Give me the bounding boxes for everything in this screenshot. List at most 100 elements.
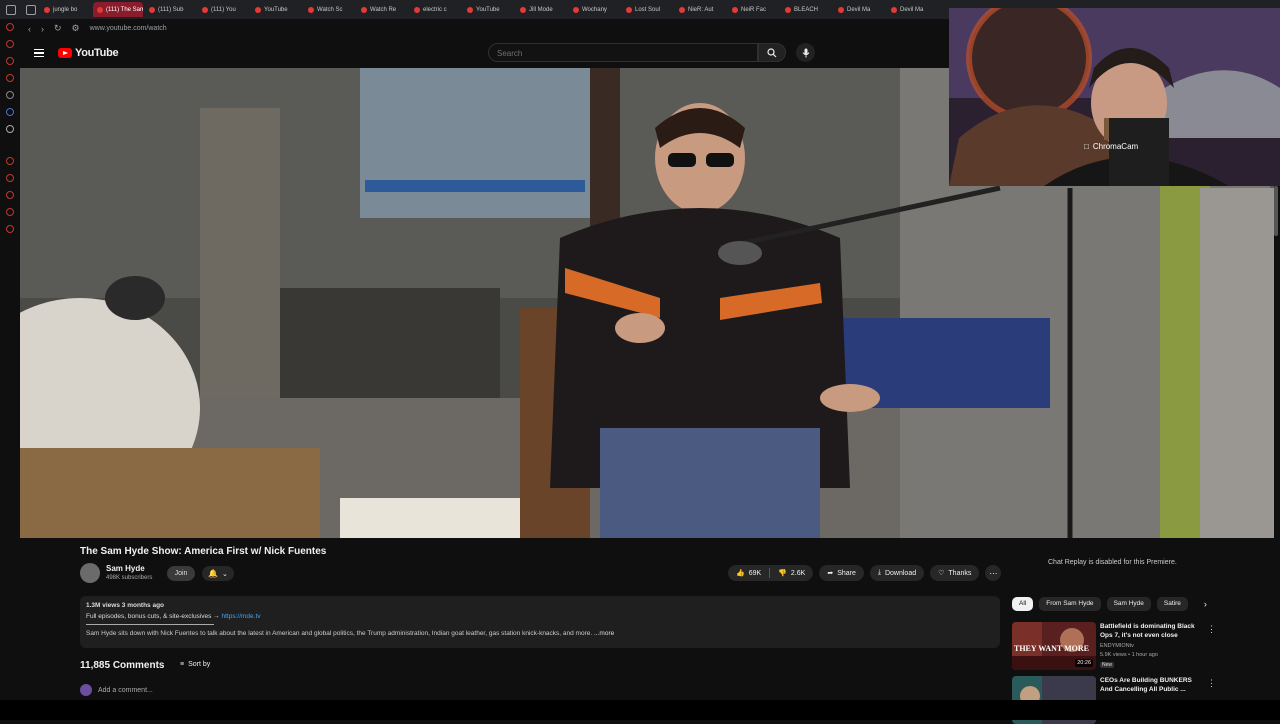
youtube-logo[interactable]: YouTube: [58, 47, 119, 59]
browser-tab[interactable]: YouTube: [251, 2, 302, 17]
hamburger-menu-icon[interactable]: [34, 49, 44, 57]
sort-icon: ≡: [180, 661, 185, 668]
description-text: Sam Hyde sits down with Nick Fuentes to …: [86, 630, 593, 637]
tab-favicon-icon: [308, 6, 314, 13]
recommended-channel[interactable]: ENDYMIONtv: [1100, 643, 1134, 649]
show-more-link[interactable]: ...more: [594, 630, 614, 637]
tab-label: (111) You: [211, 6, 236, 13]
like-count: 69K: [748, 569, 762, 577]
x-icon[interactable]: [6, 125, 14, 133]
like-button[interactable]: 👍 69K: [728, 565, 769, 581]
add-comment-row[interactable]: Add a comment...: [80, 684, 153, 696]
browser-tab[interactable]: (111) The Sam: [93, 2, 143, 17]
divider: [86, 624, 214, 625]
download-label: Download: [884, 569, 917, 577]
dislike-count: 2.6K: [790, 569, 806, 577]
tab-favicon-icon: [785, 6, 791, 13]
browser-tab[interactable]: Watch Sc: [304, 2, 355, 17]
chevron-right-icon[interactable]: ›: [1204, 599, 1207, 609]
browser-tab[interactable]: NeiR Fac: [728, 2, 779, 17]
browser-tab[interactable]: Watch Re: [357, 2, 408, 17]
browser-tab[interactable]: jungle bo: [40, 2, 91, 17]
tab-favicon-icon: [97, 6, 103, 13]
extension-icon[interactable]: [6, 208, 14, 216]
page-scrollbar[interactable]: [1274, 186, 1278, 236]
browser-tab[interactable]: Jill Mode: [516, 2, 567, 17]
chip-sam-hyde[interactable]: Sam Hyde: [1106, 597, 1151, 611]
extension-icon[interactable]: [6, 157, 14, 165]
description-link[interactable]: https://mde.tv: [221, 613, 260, 620]
browser-tab[interactable]: Lost Soul: [622, 2, 673, 17]
description-body: Sam Hyde sits down with Nick Fuentes to …: [86, 630, 994, 637]
site-info-icon[interactable]: ⚙: [72, 23, 80, 34]
channel-name[interactable]: Sam Hyde: [106, 564, 145, 573]
extension-icon[interactable]: [6, 225, 14, 233]
share-icon: ➦: [827, 570, 834, 577]
tab-label: jungle bo: [53, 6, 78, 13]
tab-label: electric c: [423, 6, 447, 13]
extension-icon[interactable]: [6, 40, 14, 48]
notification-bell-button[interactable]: 🔔 ⌄: [202, 566, 234, 581]
extension-icon[interactable]: [6, 174, 14, 182]
thanks-button[interactable]: ♡ Thanks: [930, 565, 980, 581]
chromacam-text: ChromaCam: [1092, 142, 1139, 151]
browser-tab[interactable]: (111) Sub: [145, 2, 196, 17]
search-input[interactable]: Search: [488, 43, 758, 62]
bell-icon: 🔔: [208, 569, 219, 578]
browser-tab[interactable]: Devil Ma: [887, 2, 938, 17]
sort-comments-button[interactable]: ≡ Sort by: [180, 661, 210, 668]
youtube-play-icon: [58, 48, 72, 58]
browser-tab[interactable]: Devil Ma: [834, 2, 885, 17]
tab-favicon-icon: [626, 6, 632, 13]
extension-icon[interactable]: [6, 23, 14, 31]
tab-search-icon[interactable]: [26, 4, 36, 15]
extension-icon[interactable]: [6, 91, 14, 99]
browser-tab[interactable]: NieR: Aut: [675, 2, 726, 17]
browser-tab[interactable]: Wochany: [569, 2, 620, 17]
chip-all[interactable]: All: [1012, 597, 1034, 611]
recommended-video[interactable]: THEY WANT MORE 20:26 Battlefield is domi…: [1012, 622, 1216, 670]
dislike-button[interactable]: 👎 2.6K: [770, 565, 813, 581]
extension-icon[interactable]: [6, 74, 14, 82]
address-bar: ‹ › ↻ ⚙ www.youtube.com/watch: [20, 19, 950, 38]
tab-favicon-icon: [414, 6, 420, 13]
browser-tab[interactable]: YouTube: [463, 2, 514, 17]
user-avatar: [80, 684, 92, 696]
tab-label: NeiR Fac: [741, 6, 767, 13]
tab-label: NieR: Aut: [688, 6, 714, 13]
more-options-icon[interactable]: ⋮: [1207, 678, 1216, 689]
download-button[interactable]: ⤓ Download: [869, 565, 925, 581]
microphone-icon: [802, 48, 809, 57]
forward-icon[interactable]: ›: [41, 24, 44, 34]
extension-icon[interactable]: [6, 57, 14, 65]
browser-tab[interactable]: BLEACH: [781, 2, 832, 17]
more-actions-button[interactable]: ⋯: [985, 565, 1002, 581]
chip-from-sam-hyde[interactable]: From Sam Hyde: [1039, 597, 1101, 611]
tab-label: YouTube: [476, 6, 500, 13]
extension-icon[interactable]: [6, 191, 14, 199]
window-menu-icon[interactable]: [6, 4, 16, 15]
extension-icon[interactable]: [6, 108, 14, 116]
url-field[interactable]: www.youtube.com/watch: [90, 25, 167, 32]
chip-satire[interactable]: Satire: [1156, 597, 1188, 611]
comment-count: 11,885 Comments: [80, 660, 165, 671]
more-options-icon[interactable]: ⋮: [1207, 624, 1216, 635]
youtube-logo-text: YouTube: [75, 47, 119, 59]
browser-tab[interactable]: (111) You: [198, 2, 249, 17]
voice-search-button[interactable]: [796, 43, 815, 62]
description-box[interactable]: 1.3M views 3 months ago Full episodes, b…: [80, 596, 1000, 648]
add-comment-input[interactable]: Add a comment...: [98, 687, 153, 694]
video-thumbnail[interactable]: THEY WANT MORE 20:26: [1012, 622, 1096, 670]
tab-favicon-icon: [573, 6, 579, 13]
tab-favicon-icon: [838, 6, 844, 13]
join-button[interactable]: Join: [167, 566, 195, 581]
reload-icon[interactable]: ↻: [54, 23, 62, 34]
thanks-label: Thanks: [948, 569, 972, 577]
search-button[interactable]: [758, 43, 786, 62]
share-button[interactable]: ➦ Share: [819, 565, 864, 581]
recommended-title: CEOs Are Building BUNKERS And Cancelling…: [1100, 677, 1192, 693]
back-icon[interactable]: ‹: [28, 24, 31, 34]
filter-chips: All From Sam Hyde Sam Hyde Satire ›: [1012, 597, 1207, 611]
channel-avatar[interactable]: [80, 563, 100, 583]
browser-tab[interactable]: electric c: [410, 2, 461, 17]
